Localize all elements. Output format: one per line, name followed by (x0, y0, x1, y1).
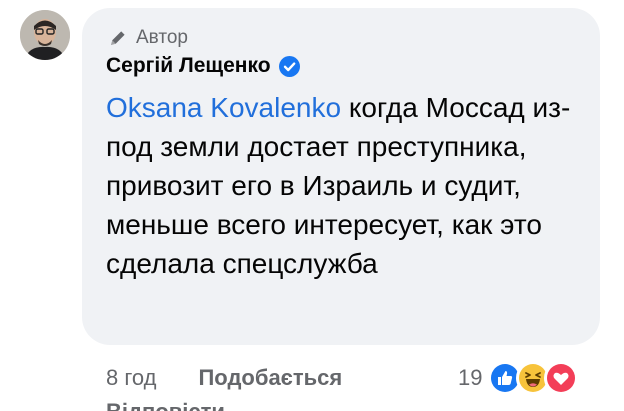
comment-footer: 8 год Подобається (106, 360, 342, 396)
reactions-summary[interactable]: 19 (458, 360, 579, 396)
like-button[interactable]: Подобається (198, 365, 342, 391)
comment-bubble: Автор Сергій Лещенко Oksana Kovalenko ко… (82, 8, 600, 345)
comment-text: Oksana Kovalenko когда Моссад из-под зем… (106, 88, 576, 283)
comment-timestamp[interactable]: 8 год (106, 365, 156, 391)
author-badge-label: Автор (136, 27, 188, 48)
author-name[interactable]: Сергій Лещенко (106, 54, 271, 78)
verified-badge-icon (278, 55, 300, 77)
pencil-icon (111, 31, 125, 45)
love-icon (544, 361, 579, 395)
author-badge: Автор (106, 24, 600, 52)
reply-button[interactable]: Відповісти (106, 400, 225, 411)
author-avatar[interactable] (20, 10, 70, 60)
mention-link[interactable]: Oksana Kovalenko (106, 92, 341, 123)
reaction-count: 19 (458, 365, 483, 390)
